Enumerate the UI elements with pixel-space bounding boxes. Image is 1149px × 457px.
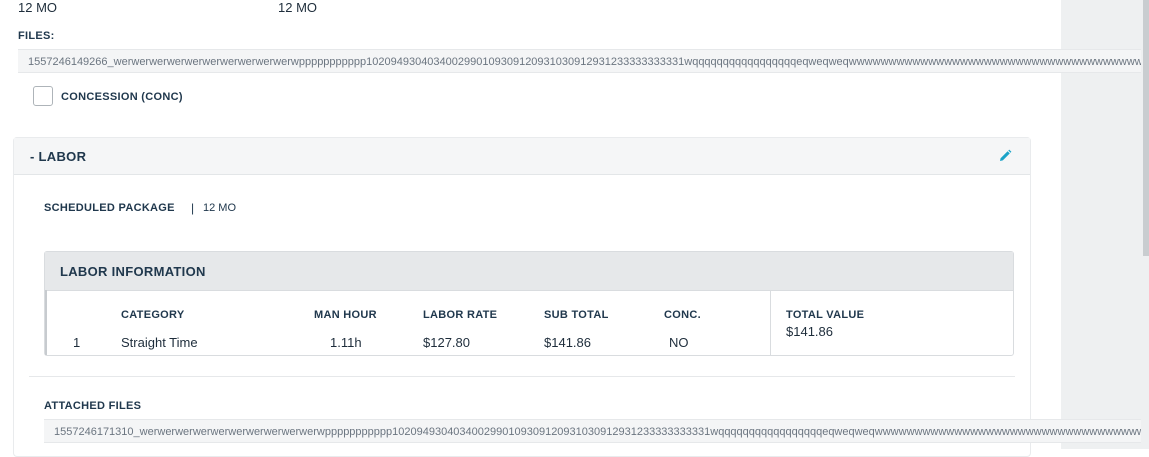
row-index: 1: [73, 335, 81, 350]
scrollbar-thumb[interactable]: [1143, 0, 1149, 256]
labor-information-header: LABOR INFORMATION: [45, 252, 1013, 291]
labor-section-title[interactable]: - LABOR: [30, 149, 86, 164]
row-man-hour: 1.11h: [330, 335, 362, 350]
column-header-sub-total: SUB TOTAL: [544, 309, 609, 321]
attached-files-label: ATTACHED FILES: [44, 400, 142, 412]
attached-file-link[interactable]: 1557246171310_werwerwerwerwerwerwerwerwe…: [44, 419, 1141, 443]
labor-information-panel: LABOR INFORMATION CATEGORY MAN HOUR LABO…: [44, 251, 1014, 356]
column-header-conc: CONC.: [664, 309, 701, 321]
file-link[interactable]: 1557246149266_werwerwerwerwerwerwerwerwe…: [18, 49, 1141, 73]
row-accent-border: [45, 290, 47, 355]
column-header-labor-rate: LABOR RATE: [423, 309, 498, 321]
pencil-icon[interactable]: [998, 149, 1012, 163]
column-divider: [770, 290, 771, 355]
column-header-total-value: TOTAL VALUE: [786, 309, 865, 321]
labor-information-title: LABOR INFORMATION: [60, 264, 206, 279]
section-divider: [29, 376, 1015, 377]
previous-package-value-secondary: 12 MO: [278, 0, 318, 15]
labor-section-header[interactable]: - LABOR: [14, 138, 1030, 175]
scheduled-package-separator: |: [191, 201, 195, 215]
row-conc: NO: [669, 335, 689, 350]
previous-package-value: 12 MO: [18, 0, 58, 15]
concession-checkbox[interactable]: [33, 86, 53, 106]
column-header-category: CATEGORY: [121, 309, 185, 321]
files-label: FILES:: [18, 30, 55, 42]
concession-checkbox-label: CONCESSION (CONC): [61, 91, 183, 103]
row-category: Straight Time: [121, 335, 198, 350]
total-value: $141.86: [786, 324, 833, 339]
row-sub-total: $141.86: [544, 335, 591, 350]
column-header-man-hour: MAN HOUR: [314, 309, 377, 321]
row-labor-rate: $127.80: [423, 335, 470, 350]
scheduled-package-label: SCHEDULED PACKAGE: [44, 202, 175, 214]
scheduled-package-value: 12 MO: [203, 202, 237, 214]
